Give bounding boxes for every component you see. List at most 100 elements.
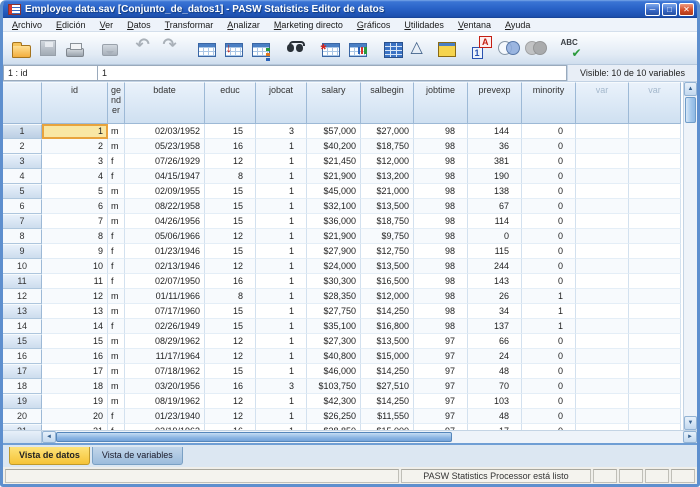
close-button[interactable]: ✕ [679, 3, 694, 16]
cell-salary-r1[interactable]: $57,000 [307, 124, 361, 139]
row-number[interactable]: 11 [3, 274, 42, 289]
tab-vista-de-datos[interactable]: Vista de datos [9, 447, 90, 465]
grid-corner-cell[interactable] [3, 82, 42, 124]
goto-case-icon[interactable] [193, 35, 220, 62]
cell-var-r12[interactable] [629, 289, 681, 304]
cell-id-r6[interactable]: 6 [42, 199, 108, 214]
variable-sets-icon[interactable] [495, 35, 522, 62]
menu-edici-n[interactable]: Edición [49, 20, 93, 30]
vertical-scrollbar[interactable]: ▲ ▼ [683, 82, 697, 430]
cell-salary-r5[interactable]: $45,000 [307, 184, 361, 199]
row-number[interactable]: 5 [3, 184, 42, 199]
cell-prevexp-r8[interactable]: 0 [468, 229, 522, 244]
cell-gender-r13[interactable]: m [108, 304, 125, 319]
cell-salary-r2[interactable]: $40,200 [307, 139, 361, 154]
cell-bdate-r6[interactable]: 08/22/1958 [125, 199, 205, 214]
cell-bdate-r15[interactable]: 08/29/1962 [125, 334, 205, 349]
cell-educ-r6[interactable]: 15 [205, 199, 256, 214]
spell-check-icon[interactable] [557, 35, 584, 62]
column-header-bdate[interactable]: bdate [125, 82, 205, 124]
cell-jobtime-r15[interactable]: 97 [414, 334, 468, 349]
cell-gender-r6[interactable]: m [108, 199, 125, 214]
cell-prevexp-r20[interactable]: 48 [468, 409, 522, 424]
scroll-up-icon[interactable]: ▲ [684, 82, 697, 96]
cell-minority-r13[interactable]: 1 [522, 304, 576, 319]
cell-var-r21[interactable] [576, 424, 629, 430]
cell-var-r13[interactable] [629, 304, 681, 319]
cell-minority-r7[interactable]: 0 [522, 214, 576, 229]
cell-prevexp-r15[interactable]: 66 [468, 334, 522, 349]
cell-gender-r21[interactable]: f [108, 424, 125, 430]
cell-minority-r5[interactable]: 0 [522, 184, 576, 199]
column-header-prevexp[interactable]: prevexp [468, 82, 522, 124]
cell-id-r19[interactable]: 19 [42, 394, 108, 409]
row-number[interactable]: 8 [3, 229, 42, 244]
cell-var-r2[interactable] [576, 139, 629, 154]
cell-salbegin-r10[interactable]: $13,500 [361, 259, 414, 274]
cell-id-r17[interactable]: 17 [42, 364, 108, 379]
cell-minority-r6[interactable]: 0 [522, 199, 576, 214]
cell-gender-r16[interactable]: m [108, 349, 125, 364]
goto-variable-icon[interactable] [220, 35, 247, 62]
cell-minority-r12[interactable]: 1 [522, 289, 576, 304]
cell-salary-r18[interactable]: $103,750 [307, 379, 361, 394]
maximize-button[interactable]: □ [662, 3, 677, 16]
cell-bdate-r5[interactable]: 02/09/1955 [125, 184, 205, 199]
row-number[interactable]: 6 [3, 199, 42, 214]
cell-jobtime-r16[interactable]: 97 [414, 349, 468, 364]
cell-jobtime-r12[interactable]: 98 [414, 289, 468, 304]
menu-utilidades[interactable]: Utilidades [397, 20, 451, 30]
cell-var-r15[interactable] [629, 334, 681, 349]
cell-minority-r10[interactable]: 0 [522, 259, 576, 274]
cell-jobcat-r5[interactable]: 1 [256, 184, 307, 199]
row-number[interactable]: 15 [3, 334, 42, 349]
cell-var-r18[interactable] [576, 379, 629, 394]
cell-bdate-r13[interactable]: 07/17/1960 [125, 304, 205, 319]
cell-salbegin-r7[interactable]: $18,750 [361, 214, 414, 229]
cell-bdate-r7[interactable]: 04/26/1956 [125, 214, 205, 229]
cell-jobcat-r21[interactable]: 1 [256, 424, 307, 430]
cell-var-r19[interactable] [576, 394, 629, 409]
cell-gender-r7[interactable]: m [108, 214, 125, 229]
menu-ayuda[interactable]: Ayuda [498, 20, 537, 30]
cell-editor-field[interactable]: 1 [97, 65, 567, 81]
cell-educ-r20[interactable]: 12 [205, 409, 256, 424]
scroll-right-icon[interactable]: ► [683, 431, 697, 443]
cell-var-r21[interactable] [629, 424, 681, 430]
cell-prevexp-r12[interactable]: 26 [468, 289, 522, 304]
row-number[interactable]: 19 [3, 394, 42, 409]
cell-var-r16[interactable] [576, 349, 629, 364]
cell-id-r14[interactable]: 14 [42, 319, 108, 334]
cell-educ-r16[interactable]: 12 [205, 349, 256, 364]
cell-id-r7[interactable]: 7 [42, 214, 108, 229]
cell-prevexp-r4[interactable]: 190 [468, 169, 522, 184]
cell-prevexp-r13[interactable]: 34 [468, 304, 522, 319]
cell-jobcat-r12[interactable]: 1 [256, 289, 307, 304]
scroll-down-icon[interactable]: ▼ [684, 416, 697, 430]
cell-var-r11[interactable] [629, 274, 681, 289]
cell-bdate-r9[interactable]: 01/23/1946 [125, 244, 205, 259]
column-header-jobtime[interactable]: jobtime [414, 82, 468, 124]
cell-educ-r17[interactable]: 15 [205, 364, 256, 379]
cell-jobtime-r3[interactable]: 98 [414, 154, 468, 169]
cell-id-r9[interactable]: 9 [42, 244, 108, 259]
cell-gender-r8[interactable]: f [108, 229, 125, 244]
cell-salbegin-r5[interactable]: $21,000 [361, 184, 414, 199]
cell-educ-r18[interactable]: 16 [205, 379, 256, 394]
cell-gender-r20[interactable]: f [108, 409, 125, 424]
menu-datos[interactable]: Datos [120, 20, 158, 30]
cell-educ-r10[interactable]: 12 [205, 259, 256, 274]
column-header-jobcat[interactable]: jobcat [256, 82, 307, 124]
cell-jobtime-r4[interactable]: 98 [414, 169, 468, 184]
cell-var-r7[interactable] [629, 214, 681, 229]
cell-jobcat-r9[interactable]: 1 [256, 244, 307, 259]
cell-jobcat-r11[interactable]: 1 [256, 274, 307, 289]
column-header-var[interactable]: var [629, 82, 681, 124]
horizontal-scroll-thumb[interactable] [56, 432, 452, 442]
cell-educ-r11[interactable]: 16 [205, 274, 256, 289]
cell-jobcat-r17[interactable]: 1 [256, 364, 307, 379]
cell-jobtime-r18[interactable]: 97 [414, 379, 468, 394]
menu-marketing-directo[interactable]: Marketing directo [267, 20, 350, 30]
menu-analizar[interactable]: Analizar [220, 20, 267, 30]
minimize-button[interactable]: ─ [645, 3, 660, 16]
